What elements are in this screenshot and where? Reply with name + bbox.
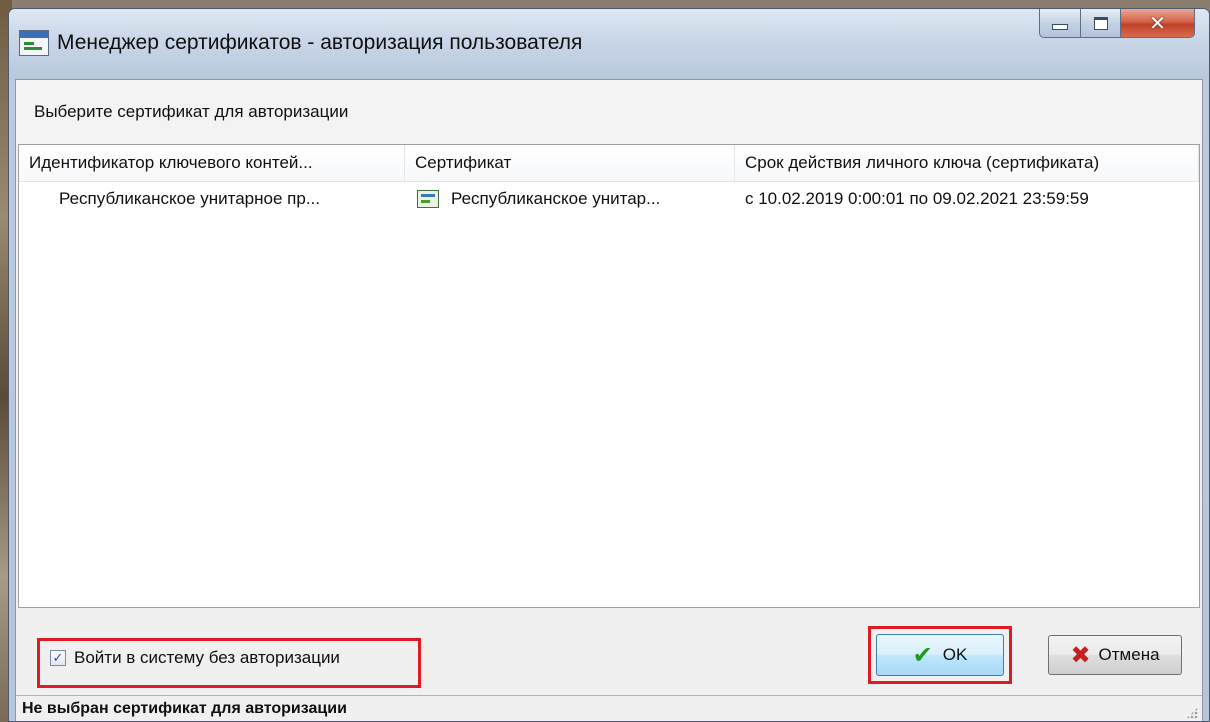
ok-button[interactable]: ✔ OK <box>876 634 1004 676</box>
table-row[interactable]: Республиканское унитарное пр... Республи… <box>19 181 1199 217</box>
maximize-button[interactable] <box>1081 9 1121 38</box>
cell-validity: с 10.02.2019 0:00:01 по 09.02.2021 23:59… <box>745 189 1089 208</box>
minimize-icon <box>1052 24 1068 30</box>
list-header: Идентификатор ключевого контей... Сертиф… <box>19 145 1199 182</box>
ok-button-label: OK <box>942 645 968 664</box>
certificate-manager-icon[interactable] <box>19 30 49 56</box>
certificate-list[interactable]: Идентификатор ключевого контей... Сертиф… <box>18 144 1200 608</box>
maximize-icon <box>1093 16 1108 30</box>
checkmark-icon: ✔ <box>912 641 933 669</box>
close-button[interactable]: ✕ <box>1121 9 1195 38</box>
cell-certificate: Республиканское унитар... <box>405 181 735 217</box>
prompt-label: Выберите сертификат для авторизации <box>34 102 349 121</box>
minimize-button[interactable] <box>1039 9 1081 38</box>
certificate-icon <box>417 190 439 208</box>
column-header-validity[interactable]: Срок действия личного ключа (сертификата… <box>735 145 1199 181</box>
close-icon: ✕ <box>1149 11 1166 35</box>
cancel-button-label: Отмена <box>1098 645 1160 664</box>
status-text: Не выбран сертификат для авторизации <box>22 700 347 717</box>
cross-icon: ✖ <box>1070 641 1091 669</box>
checkbox-box[interactable]: ✓ <box>50 650 66 666</box>
login-without-auth-checkbox[interactable]: ✓ Войти в систему без авторизации <box>50 648 340 668</box>
certificate-manager-window: Менеджер сертификатов - авторизация поль… <box>8 8 1210 722</box>
dialog-client-area: Выберите сертификат для авторизации Иден… <box>15 79 1203 721</box>
window-title: Менеджер сертификатов - авторизация поль… <box>57 31 583 54</box>
title-bar[interactable]: Менеджер сертификатов - авторизация поль… <box>9 9 1209 79</box>
checkbox-label[interactable]: Войти в систему без авторизации <box>74 648 340 668</box>
prompt-area: Выберите сертификат для авторизации <box>16 80 1202 144</box>
cell-container: Республиканское унитарное пр... <box>59 189 320 208</box>
column-header-certificate[interactable]: Сертификат <box>405 145 735 181</box>
resize-grip-icon[interactable] <box>1186 707 1198 719</box>
cell-certificate-text: Республиканское унитар... <box>451 189 661 208</box>
cancel-button[interactable]: ✖ Отмена <box>1048 635 1182 675</box>
dialog-footer: ✓ Войти в систему без авторизации ✔ OK ✖… <box>16 608 1202 698</box>
column-header-container[interactable]: Идентификатор ключевого контей... <box>19 145 405 181</box>
checkmark-icon: ✓ <box>52 650 64 666</box>
caption-buttons: ✕ <box>1039 9 1195 39</box>
status-bar: Не выбран сертификат для авторизации <box>16 695 1202 721</box>
